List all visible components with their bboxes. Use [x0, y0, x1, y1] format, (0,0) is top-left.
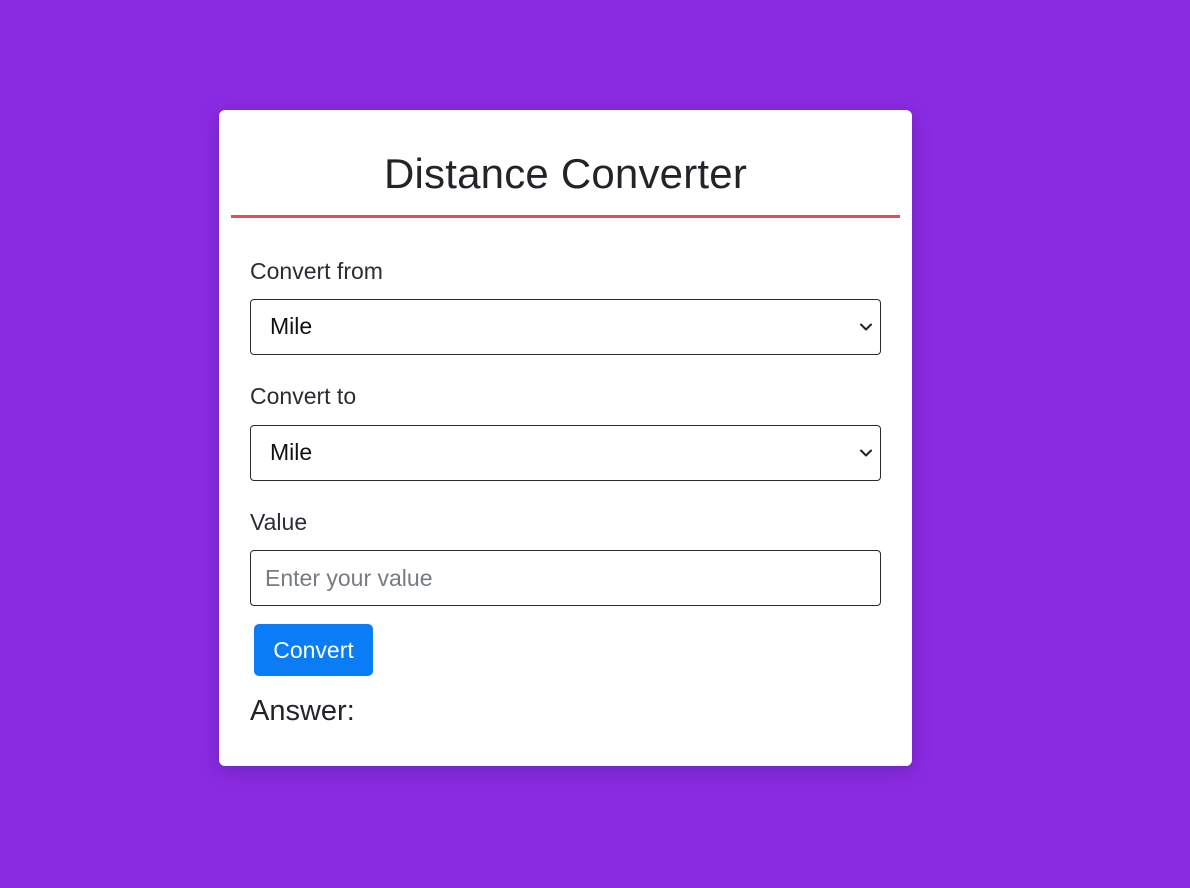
value-label: Value — [250, 509, 308, 535]
answer-label: Answer: — [250, 695, 355, 727]
convert-from-selected-value: Mile — [270, 313, 313, 339]
chevron-down-icon — [860, 323, 872, 331]
convert-to-label: Convert to — [250, 383, 357, 409]
convert-button[interactable]: Convert — [254, 624, 373, 676]
convert-from-select[interactable]: Mile — [250, 299, 881, 355]
page-title: Distance Converter — [383, 150, 748, 197]
chevron-down-icon — [860, 449, 872, 457]
convert-to-select[interactable]: Mile — [250, 425, 881, 481]
converter-card: Distance Converter Convert from Mile Con… — [219, 110, 912, 766]
value-input[interactable] — [250, 550, 881, 606]
title-divider — [231, 215, 900, 218]
convert-to-selected-value: Mile — [270, 439, 313, 465]
convert-from-label: Convert from — [250, 258, 383, 284]
